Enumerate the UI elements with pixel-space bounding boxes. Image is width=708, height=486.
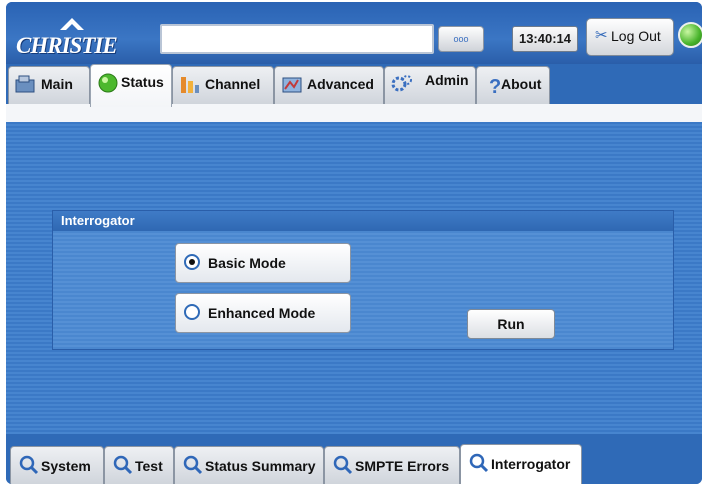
magnifier-icon: [469, 453, 489, 473]
status-led-icon: [98, 73, 118, 93]
tab-about-label: About: [501, 76, 542, 92]
subtab-test[interactable]: Test: [104, 446, 174, 484]
tab-advanced-label: Advanced: [307, 76, 374, 92]
main-tab-bar: Main Status Channel Advanced Admin ? Abo…: [6, 64, 702, 107]
run-button[interactable]: Run: [467, 309, 555, 339]
panel-title: Interrogator: [53, 211, 673, 231]
subtab-system-label: System: [41, 458, 91, 474]
app-window: CHRISTIE ooo 13:40:14 ✂ Log Out Main Sta…: [6, 2, 702, 484]
tab-status[interactable]: Status: [90, 64, 172, 107]
subtab-status-summary-label: Status Summary: [205, 458, 316, 474]
gears-icon: [391, 75, 412, 92]
magnifier-icon: [113, 455, 133, 475]
radio-selected-icon: [184, 254, 200, 270]
tab-main-label: Main: [41, 76, 73, 92]
more-button[interactable]: ooo: [438, 26, 484, 52]
subtab-interrogator[interactable]: Interrogator: [460, 444, 582, 484]
user-icon: ✂: [595, 27, 608, 44]
enhanced-mode-option[interactable]: Enhanced Mode: [175, 293, 351, 333]
magnifier-icon: [333, 455, 353, 475]
subtab-smpte-errors-label: SMPTE Errors: [355, 458, 450, 474]
channel-icon: [181, 77, 199, 93]
message-field[interactable]: [160, 24, 434, 54]
status-led-icon: [678, 22, 702, 48]
tab-admin-label: Admin: [425, 72, 469, 88]
subtab-test-label: Test: [135, 458, 163, 474]
magnifier-icon: [19, 455, 39, 475]
tab-advanced[interactable]: Advanced: [274, 66, 384, 105]
subtab-status-summary[interactable]: Status Summary: [174, 446, 324, 484]
tab-admin[interactable]: Admin: [384, 66, 476, 105]
tab-channel[interactable]: Channel: [172, 66, 274, 105]
tab-main[interactable]: Main: [8, 66, 90, 105]
clock-display: 13:40:14: [512, 26, 578, 52]
logo-text: CHRISTIE: [16, 33, 118, 58]
subtab-smpte-errors[interactable]: SMPTE Errors: [324, 446, 460, 484]
basic-mode-label: Basic Mode: [208, 255, 286, 271]
christie-logo: CHRISTIE: [12, 16, 142, 58]
interrogator-panel: Interrogator Basic Mode Enhanced Mode Ru…: [52, 210, 674, 350]
tab-channel-label: Channel: [205, 76, 261, 92]
subtab-system[interactable]: System: [10, 446, 104, 484]
sub-tab-bar: System Test Status Summary SMPTE Errors: [6, 434, 702, 484]
enhanced-mode-label: Enhanced Mode: [208, 305, 316, 321]
tab-about[interactable]: ? About: [476, 66, 550, 105]
radio-unselected-icon: [184, 304, 200, 320]
advanced-icon: [282, 77, 302, 93]
content-area: Interrogator Basic Mode Enhanced Mode Ru…: [6, 122, 702, 434]
tab-status-label: Status: [121, 74, 164, 90]
magnifier-icon: [183, 455, 203, 475]
svg-text:?: ?: [489, 76, 501, 96]
basic-mode-option[interactable]: Basic Mode: [175, 243, 351, 283]
top-bar: CHRISTIE ooo 13:40:14 ✂ Log Out: [6, 2, 702, 64]
subtab-interrogator-label: Interrogator: [491, 456, 571, 472]
logout-button[interactable]: ✂ Log Out: [586, 18, 674, 56]
projector-icon: [15, 75, 35, 93]
logout-label: Log Out: [611, 28, 661, 44]
